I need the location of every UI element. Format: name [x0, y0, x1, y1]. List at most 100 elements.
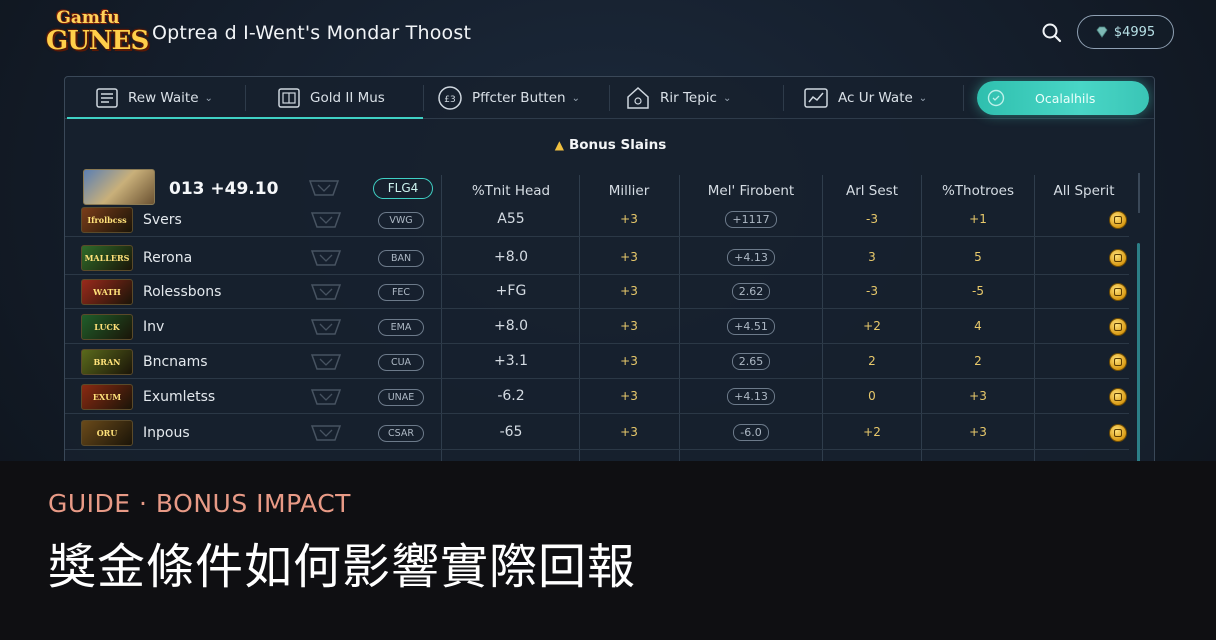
coin-glyph [1114, 288, 1122, 296]
coin-icon[interactable] [1109, 353, 1127, 371]
game-name[interactable]: Inpous [143, 425, 190, 441]
table-row[interactable]: WATH Rolessbons FEC +FG +3 2.62 -3 -5 [65, 275, 1129, 309]
balance-button[interactable]: $4995 [1077, 15, 1174, 49]
provider-tag: UNAE [378, 389, 424, 406]
table-row[interactable]: EXUM Exumletss UNAE -6.2 +3 +4.13 0 +3 [65, 380, 1129, 414]
value-chip: -6.0 [733, 424, 769, 441]
table-cell-arl: -3 [866, 212, 878, 226]
app-logo[interactable]: Gamfu GUNES [46, 10, 149, 60]
page-title: Optrea d I-Went's Mondar Thoost [152, 22, 472, 44]
game-name[interactable]: Inv [143, 319, 164, 335]
gem-icon [1096, 26, 1108, 38]
provider-tag: FEC [378, 284, 424, 301]
grid-icon [278, 88, 300, 108]
game-thumbnail[interactable]: MALLERS [81, 245, 133, 271]
table-cell-mel: +4.51 [681, 318, 821, 335]
table-row[interactable]: MALLERS Rerona BAN +8.0 +3 +4.13 3 5 [65, 241, 1129, 275]
table-row[interactable]: LUCK Inv EMA +8.0 +3 +4.51 +2 4 [65, 310, 1129, 344]
thumbnail-label: BRAN [93, 357, 121, 367]
value-chip: 2.65 [731, 353, 771, 370]
caption-band: GUIDE · BONUS IMPACT 獎金條件如何影響實際回報 [0, 461, 1216, 640]
value-chip: +1117 [725, 211, 777, 228]
table-cell-thot: +3 [969, 425, 987, 439]
table-cell-head: -6.2 [497, 388, 525, 404]
search-button[interactable] [1040, 21, 1064, 45]
provider-tag: BAN [378, 250, 424, 267]
house-icon [627, 86, 649, 109]
game-name[interactable]: Rerona [143, 250, 192, 266]
bonus-panel: Rew Waite ⌄ Gold II Mus £3 Pffcter Butte… [64, 76, 1155, 476]
scrollbar-thumb[interactable] [1137, 243, 1140, 467]
game-name[interactable]: Rolessbons [143, 284, 221, 300]
table-cell-head: +FG [495, 283, 527, 299]
column-header[interactable]: Mel' Firobent [681, 183, 821, 199]
tab-label: Pffcter Butten [472, 90, 566, 106]
emblem-icon [309, 422, 343, 444]
emblem-icon [307, 177, 341, 199]
coin-icon[interactable] [1109, 388, 1127, 406]
column-header[interactable]: All Sperit [1035, 183, 1133, 199]
emblem-icon [309, 281, 343, 303]
coin-icon[interactable] [1109, 424, 1127, 442]
table-cell-mel: +4.13 [681, 388, 821, 405]
game-thumbnail[interactable]: WATH [81, 279, 133, 305]
table-cell-arl: 0 [868, 389, 876, 403]
table-cell-millier: +3 [620, 284, 638, 298]
logo-line-2: GUNES [46, 26, 149, 56]
game-thumbnail[interactable]: BRAN [81, 349, 133, 375]
game-thumbnail[interactable]: LUCK [81, 314, 133, 340]
table-cell-millier: +3 [620, 319, 638, 333]
game-name[interactable]: Svers [143, 212, 182, 228]
tab-pffcter-butten[interactable]: £3 Pffcter Butten ⌄ [437, 77, 580, 119]
tab-gold-mus[interactable]: Gold II Mus [277, 77, 385, 119]
table-cell-head: -65 [499, 424, 523, 440]
tab-divider [783, 85, 784, 111]
game-thumbnail[interactable]: Ifrolbcss [81, 207, 133, 233]
tab-rir-tepic[interactable]: Rir Tepic ⌄ [625, 77, 731, 119]
cta-label: Ocalalhils [1035, 90, 1096, 106]
table-cell-thot: +3 [969, 389, 987, 403]
table-row[interactable]: Ifrolbcss Svers VWG A55 +3 +1117 -3 +1 [65, 203, 1129, 237]
provider-tag: EMA [378, 319, 424, 336]
thumbnail-label: WATH [93, 287, 121, 297]
cta-button[interactable]: Ocalalhils [977, 81, 1149, 115]
table-cell-head: +8.0 [494, 249, 528, 265]
tab-rew-waite[interactable]: Rew Waite ⌄ [95, 77, 213, 119]
table-cell-thot: -5 [972, 284, 984, 298]
game-name[interactable]: Exumletss [143, 389, 215, 405]
table-row[interactable]: ORU Inpous CSAR -65 +3 -6.0 +2 +3 [65, 416, 1129, 450]
coin-icon[interactable] [1109, 318, 1127, 336]
row-divider [65, 236, 1129, 237]
coin-icon[interactable] [1109, 283, 1127, 301]
featured-tag[interactable]: FLG4 [373, 178, 433, 199]
table-row[interactable]: BRAN Bncnams CUA +3.1 +3 2.65 2 2 [65, 345, 1129, 379]
game-name[interactable]: Bncnams [143, 354, 208, 370]
column-header[interactable]: %Tnit Head [445, 183, 577, 199]
game-thumbnail[interactable]: ORU [81, 420, 133, 446]
game-thumbnail[interactable]: EXUM [81, 384, 133, 410]
game-thumbnail[interactable] [83, 169, 155, 205]
column-header[interactable]: Millier [581, 183, 677, 199]
table-cell-thot: +1 [969, 212, 987, 226]
value-chip: +4.13 [727, 388, 775, 405]
badge-icon: £3 [438, 86, 462, 110]
table-cell-millier: +3 [620, 425, 638, 439]
chevron-down-icon: ⌄ [204, 92, 213, 104]
coin-icon[interactable] [1109, 249, 1127, 267]
section-title-text: Bonus Slains [568, 137, 667, 153]
table-cell-thot: 2 [974, 354, 982, 368]
svg-text:£3: £3 [444, 95, 455, 105]
table-cell-mel: +1117 [681, 211, 821, 228]
caption-headline: 獎金條件如何影響實際回報 [48, 539, 637, 595]
table-cell-millier: +3 [620, 354, 638, 368]
tab-label: Ac Ur Wate [838, 90, 913, 106]
table-cell-mel: 2.65 [681, 353, 821, 370]
emblem-icon [309, 209, 343, 231]
coin-icon[interactable] [1109, 211, 1127, 229]
row-divider [65, 308, 1129, 309]
tab-ac-ur-wate[interactable]: Ac Ur Wate ⌄ [803, 77, 927, 119]
column-header[interactable]: Arl Sest [825, 183, 919, 199]
column-header[interactable]: %Thotroes [923, 183, 1033, 199]
thumbnail-label: EXUM [92, 392, 122, 402]
active-tab-indicator [67, 117, 423, 119]
